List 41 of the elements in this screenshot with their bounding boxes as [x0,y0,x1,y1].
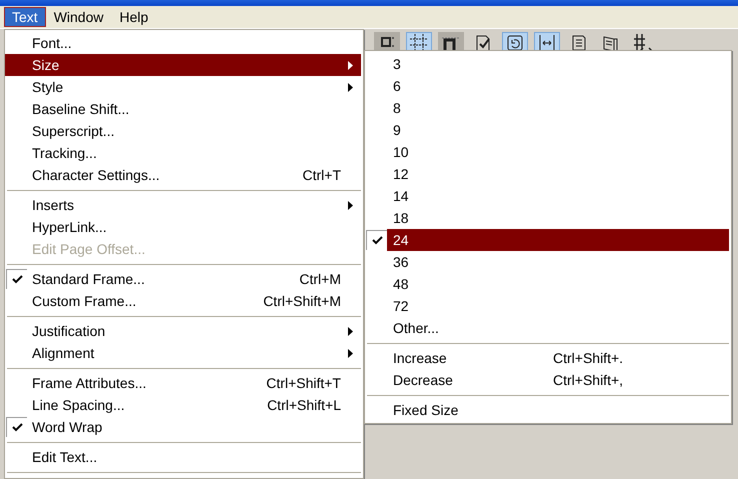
menu-bar-item[interactable]: Text [4,7,46,27]
menu-item[interactable]: Inserts [27,194,361,216]
submenu-arrow-icon [348,200,353,210]
menu-item[interactable]: Increase Ctrl+Shift+. [387,347,729,369]
menu-item[interactable]: 18 [387,207,729,229]
menu-item[interactable]: 6 [387,75,729,97]
menu-bar-item[interactable]: Window [46,7,112,27]
submenu-arrow-icon [348,326,353,336]
menu-item[interactable]: Superscript... [27,120,361,142]
menu-item[interactable]: Edit Text... [27,446,361,468]
menu-item[interactable]: Line Spacing... Ctrl+Shift+L [27,394,361,416]
menu-item[interactable]: 48 [387,273,729,295]
menu-item[interactable]: Alignment [27,342,361,364]
menu-item[interactable]: Fixed Size [387,399,729,421]
menu-item[interactable]: Tracking... [27,142,361,164]
menu-item[interactable]: Style [27,76,361,98]
menu-bar-item[interactable]: Help [111,7,156,27]
submenu-arrow-icon [348,348,353,358]
menu-item[interactable]: 9 [387,119,729,141]
menu-item[interactable]: Font... [27,32,361,54]
menu-item[interactable]: Word Wrap [27,416,361,438]
menu-item[interactable]: 8 [387,97,729,119]
menu-item[interactable]: 10 [387,141,729,163]
menu-item[interactable]: HyperLink... [27,216,361,238]
menu-item[interactable]: 24 [387,229,729,251]
menu-item[interactable]: Standard Frame... Ctrl+M [27,268,361,290]
menu-item[interactable]: 12 [387,163,729,185]
menu-item[interactable]: Frame Attributes... Ctrl+Shift+T [27,372,361,394]
menu-item[interactable]: 36 [387,251,729,273]
menu-item[interactable]: 3 [387,53,729,75]
menu-item[interactable]: Decrease Ctrl+Shift+, [387,369,729,391]
menu-item[interactable]: 14 [387,185,729,207]
menu-item[interactable]: Baseline Shift... [27,98,361,120]
menu-item[interactable]: Custom Frame... Ctrl+Shift+M [27,290,361,312]
menu-item[interactable]: Size [5,54,361,76]
submenu-arrow-icon [348,60,353,70]
menu-item[interactable]: Other... [387,317,729,339]
menu-item[interactable]: 72 [387,295,729,317]
submenu-arrow-icon [348,82,353,92]
menu-item[interactable]: Justification [27,320,361,342]
menu-item[interactable]: Character Settings... Ctrl+T [27,164,361,186]
